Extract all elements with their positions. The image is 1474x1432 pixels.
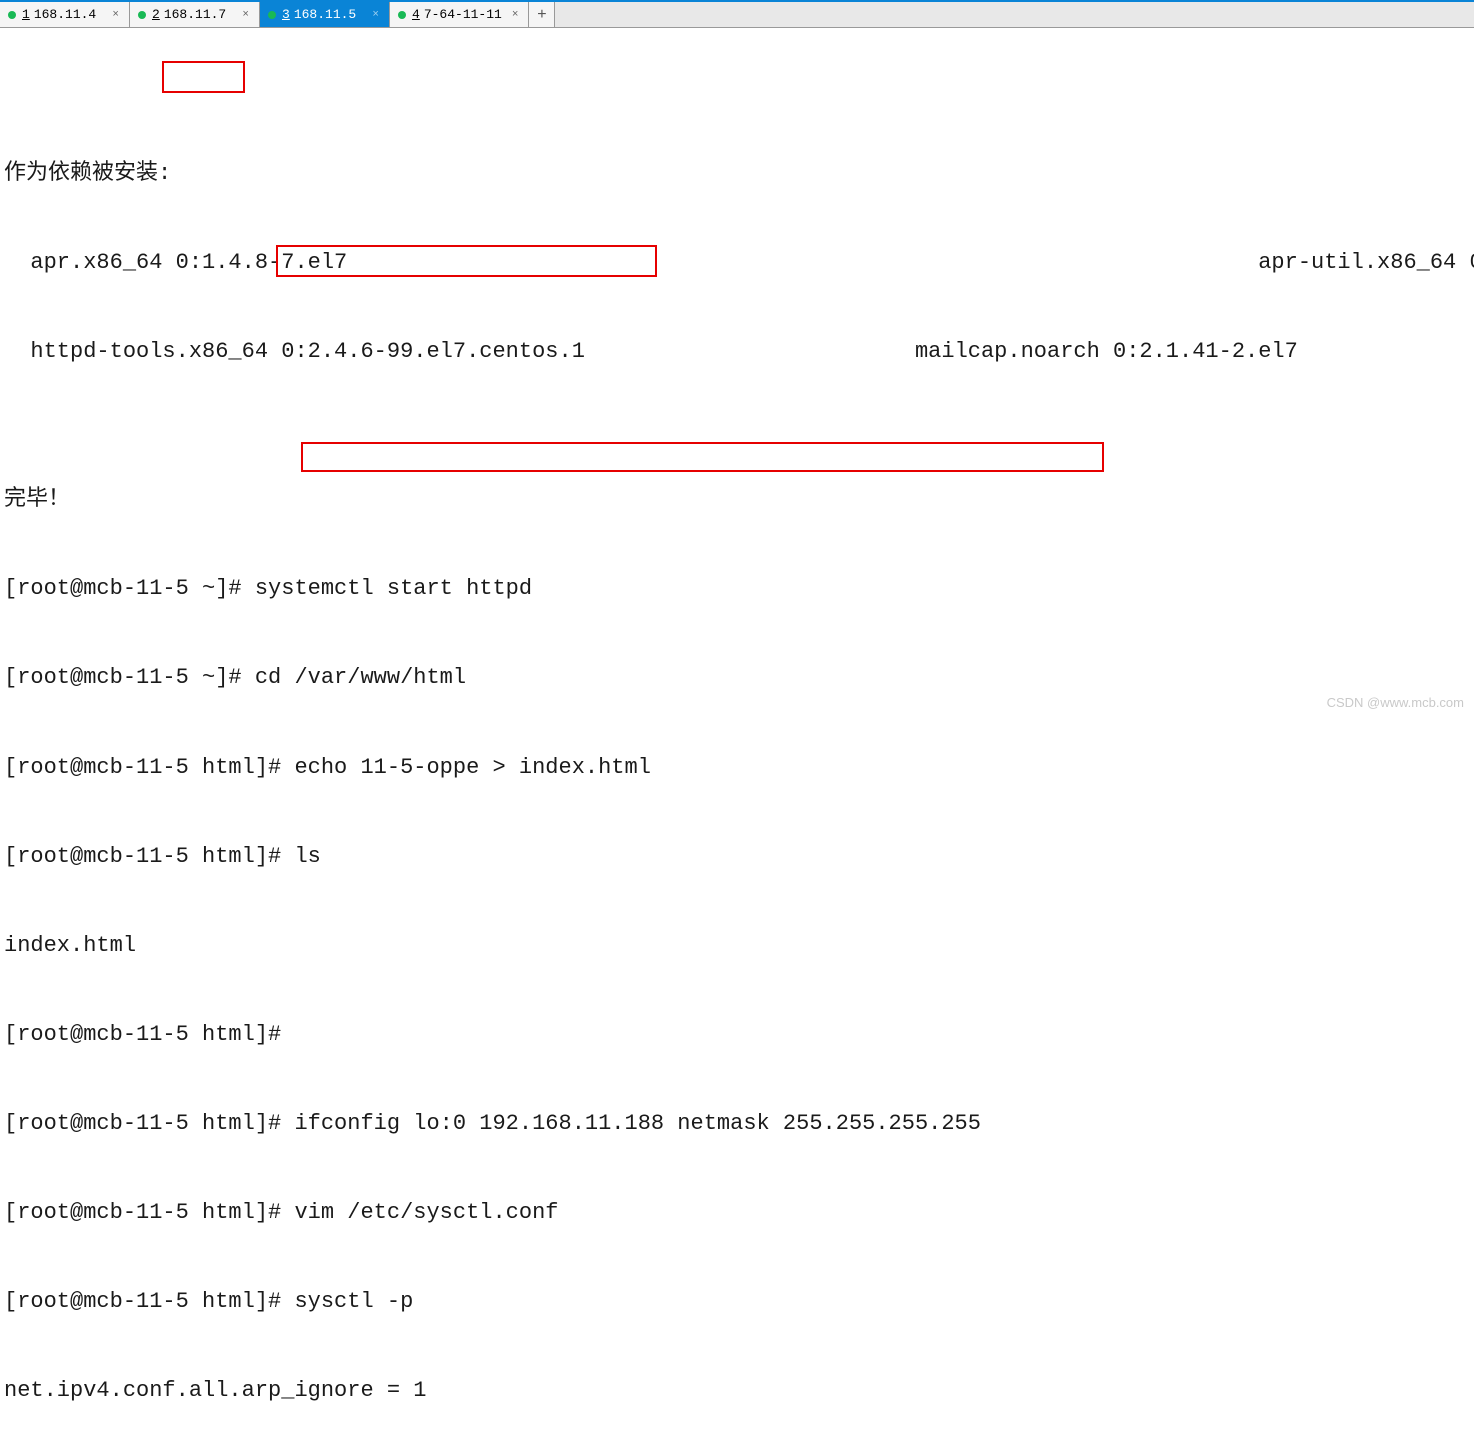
- terminal-line: [root@mcb-11-5 html]# ls: [4, 842, 1470, 872]
- watermark-text: CSDN @www.mcb.com: [1327, 695, 1464, 710]
- tab-number: 4: [412, 7, 420, 22]
- tab-number: 1: [22, 7, 30, 22]
- tab-bar: 1 168.11.4 × 2 168.11.7 × 3 168.11.5 × 4…: [0, 2, 1474, 28]
- status-dot-icon: [8, 11, 16, 19]
- add-tab-button[interactable]: +: [529, 2, 555, 27]
- terminal-line: [root@mcb-11-5 ~]# systemctl start httpd: [4, 574, 1470, 604]
- tab-session-3[interactable]: 3 168.11.5 ×: [260, 2, 390, 27]
- terminal-pane[interactable]: 作为依赖被安装: apr.x86_64 0:1.4.8-7.el7 apr-ut…: [0, 28, 1474, 1432]
- close-icon[interactable]: ×: [510, 9, 521, 21]
- terminal-line: [root@mcb-11-5 html]# sysctl -p: [4, 1287, 1470, 1317]
- close-icon[interactable]: ×: [240, 9, 251, 21]
- tab-label: 168.11.5: [294, 7, 363, 22]
- terminal-line: index.html: [4, 931, 1470, 961]
- status-dot-icon: [398, 11, 406, 19]
- terminal-line: apr.x86_64 0:1.4.8-7.el7 apr-util.x86_64…: [4, 248, 1470, 278]
- terminal-line: httpd-tools.x86_64 0:2.4.6-99.el7.centos…: [4, 337, 1470, 367]
- terminal-line: [root@mcb-11-5 html]# vim /etc/sysctl.co…: [4, 1198, 1470, 1228]
- annotation-box: [301, 442, 1104, 472]
- terminal-line: [root@mcb-11-5 ~]# cd /var/www/html: [4, 663, 1470, 693]
- terminal-line: [root@mcb-11-5 html]#: [4, 1020, 1470, 1050]
- terminal-line: [root@mcb-11-5 html]# echo 11-5-oppe > i…: [4, 753, 1470, 783]
- tab-label: 168.11.4: [34, 7, 103, 22]
- close-icon[interactable]: ×: [110, 9, 121, 21]
- terminal-line: 完毕！: [4, 485, 1470, 515]
- terminal-line: net.ipv4.conf.all.arp_ignore = 1: [4, 1376, 1470, 1406]
- annotation-box: [162, 61, 245, 93]
- close-icon[interactable]: ×: [370, 9, 381, 21]
- terminal-line: 作为依赖被安装:: [4, 159, 1470, 189]
- tab-number: 2: [152, 7, 160, 22]
- tab-session-1[interactable]: 1 168.11.4 ×: [0, 2, 130, 27]
- status-dot-icon: [138, 11, 146, 19]
- tab-session-4[interactable]: 4 7-64-11-11 ×: [390, 2, 529, 27]
- tab-number: 3: [282, 7, 290, 22]
- tab-session-2[interactable]: 2 168.11.7 ×: [130, 2, 260, 27]
- terminal-line: [root@mcb-11-5 html]# ifconfig lo:0 192.…: [4, 1109, 1470, 1139]
- status-dot-icon: [268, 11, 276, 19]
- tab-label: 7-64-11-11: [424, 7, 502, 22]
- tab-label: 168.11.7: [164, 7, 233, 22]
